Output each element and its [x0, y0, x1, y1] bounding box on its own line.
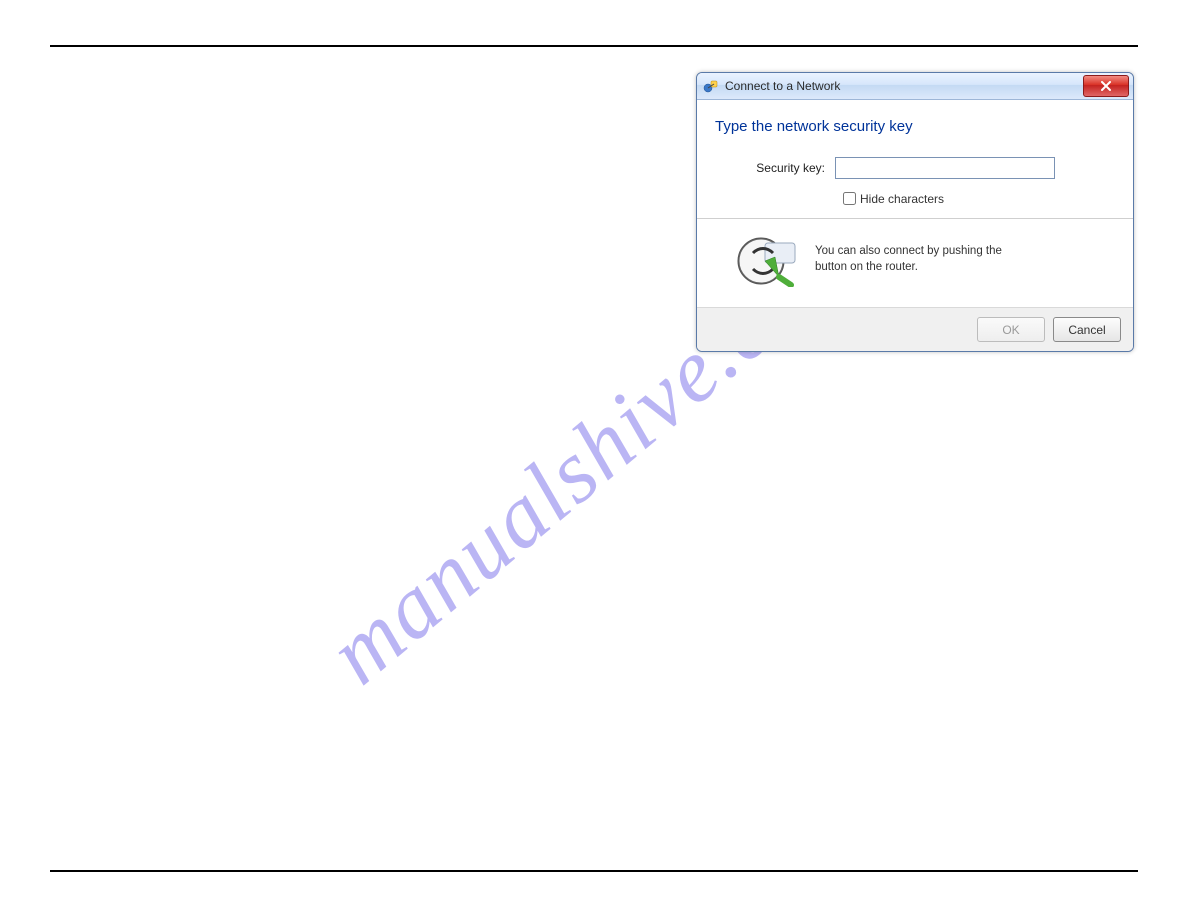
connect-network-dialog: Connect to a Network Type the network se…	[696, 72, 1134, 352]
cancel-label: Cancel	[1068, 323, 1105, 337]
security-key-label: Security key:	[715, 161, 835, 175]
ok-label: OK	[1002, 323, 1019, 337]
info-line1: You can also connect by pushing the	[815, 245, 1002, 257]
security-key-row: Security key:	[715, 157, 1115, 179]
router-info-row: You can also connect by pushing the butt…	[715, 219, 1115, 299]
dialog-footer: OK Cancel	[697, 307, 1133, 351]
hide-chars-checkbox[interactable]	[843, 192, 856, 205]
network-icon	[703, 78, 719, 94]
router-info-text: You can also connect by pushing the butt…	[815, 244, 1002, 275]
info-line2: button on the router.	[815, 261, 918, 273]
hide-chars-row: Hide characters	[839, 189, 1115, 208]
close-button[interactable]	[1083, 75, 1129, 97]
titlebar[interactable]: Connect to a Network	[697, 73, 1133, 100]
ok-button[interactable]: OK	[977, 317, 1045, 342]
dialog-body: Type the network security key Security k…	[697, 100, 1133, 307]
hr-bottom	[50, 870, 1138, 872]
dialog-title: Connect to a Network	[725, 79, 1083, 93]
router-icon	[731, 233, 803, 287]
security-key-input[interactable]	[835, 157, 1055, 179]
hide-chars-label: Hide characters	[860, 192, 944, 206]
close-icon	[1101, 81, 1111, 91]
cancel-button[interactable]: Cancel	[1053, 317, 1121, 342]
hr-top	[50, 45, 1138, 47]
dialog-heading: Type the network security key	[715, 118, 1115, 135]
